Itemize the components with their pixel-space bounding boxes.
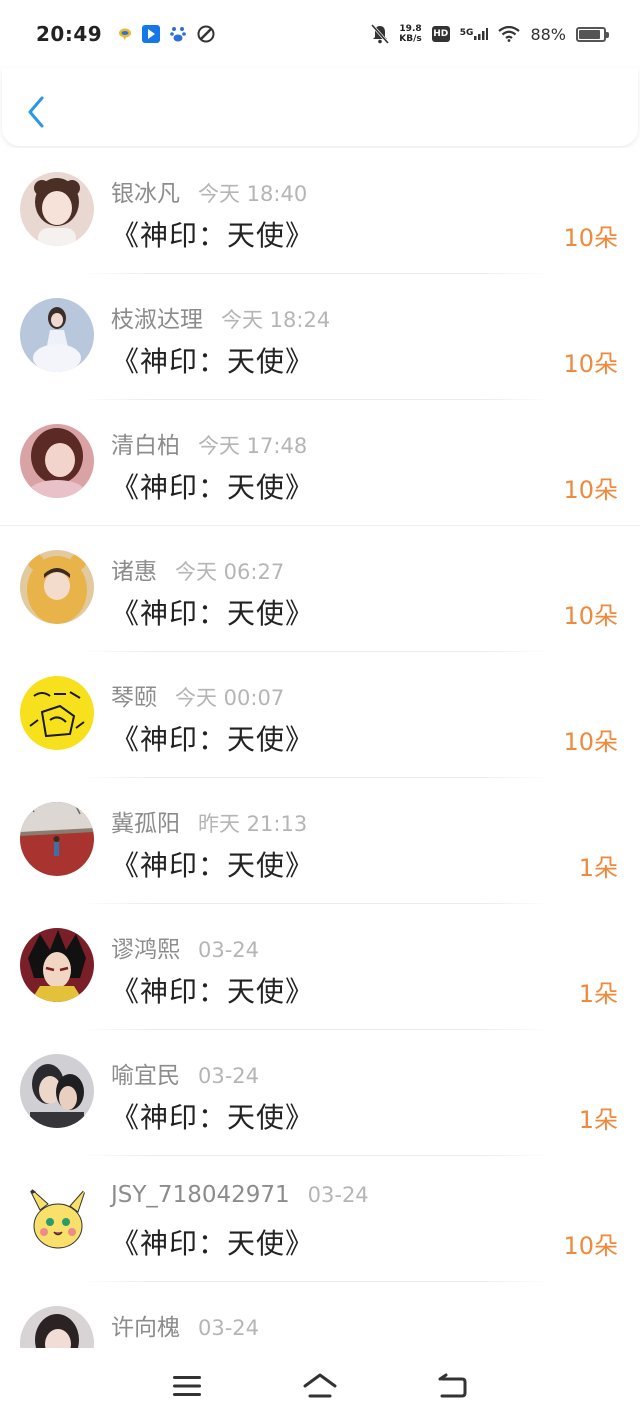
sender-line: 喻宜民 03-24 bbox=[111, 1056, 259, 1090]
status-right: 19.8 KB/s HD 5G 88% bbox=[371, 24, 609, 44]
sender-name[interactable]: JSY_718042971 bbox=[111, 1182, 290, 1208]
gift-count: 10朵 bbox=[563, 350, 618, 378]
sender-name[interactable]: 许向槐 bbox=[111, 1308, 180, 1342]
gift-time: 今天 06:27 bbox=[175, 560, 285, 584]
gift-count: 1朵 bbox=[578, 1106, 618, 1134]
sender-line: 许向槐 03-24 bbox=[111, 1308, 259, 1342]
sender-name[interactable]: 喻宜民 bbox=[111, 1056, 180, 1090]
gift-count: 10朵 bbox=[563, 602, 618, 630]
back-icon bbox=[438, 1373, 467, 1397]
gift-record-list[interactable]: 银冰凡 今天 18:40 《神印：天使》 10朵 枝淑达理 今天 18:24 《… bbox=[0, 148, 640, 1348]
gift-title: 《神印：天使》 bbox=[111, 219, 315, 252]
net-speed-value: 19.8 bbox=[399, 24, 422, 34]
avatar[interactable] bbox=[20, 172, 94, 246]
sender-name[interactable]: 银冰凡 bbox=[111, 174, 180, 208]
system-back-button[interactable] bbox=[431, 1364, 475, 1408]
home-button[interactable] bbox=[298, 1364, 342, 1408]
avatar[interactable] bbox=[20, 550, 94, 624]
list-item[interactable]: 冀孤阳 昨天 21:13 《神印：天使》 1朵 bbox=[0, 778, 640, 904]
gift-title: 《神印：天使》 bbox=[111, 723, 315, 756]
notification-icons bbox=[118, 25, 216, 43]
battery-icon bbox=[576, 26, 609, 42]
sender-line: 枝淑达理 今天 18:24 bbox=[111, 300, 330, 334]
gift-count: 10朵 bbox=[563, 476, 618, 504]
avatar[interactable] bbox=[20, 1054, 94, 1128]
avatar[interactable] bbox=[20, 928, 94, 1002]
chat-bubble-icon bbox=[119, 28, 132, 40]
gift-count: 10朵 bbox=[563, 728, 618, 756]
gift-time: 03-24 bbox=[198, 1064, 260, 1088]
signal-5g: 5G bbox=[460, 28, 489, 40]
sender-line: 诸惠 今天 06:27 bbox=[111, 552, 284, 586]
net-speed: 19.8 KB/s bbox=[399, 24, 421, 44]
menu-icon bbox=[172, 1375, 201, 1396]
list-item[interactable]: 诸惠 今天 06:27 《神印：天使》 10朵 bbox=[0, 526, 640, 652]
avatar[interactable] bbox=[20, 1180, 94, 1254]
gift-time: 03-24 bbox=[198, 1316, 260, 1340]
network-type: 5G bbox=[459, 28, 474, 38]
gift-title: 《神印：天使》 bbox=[111, 849, 315, 882]
list-item[interactable]: 清白柏 今天 17:48 《神印：天使》 10朵 bbox=[0, 400, 640, 526]
sender-name[interactable]: 琴颐 bbox=[111, 678, 157, 712]
gift-count: 10朵 bbox=[563, 224, 618, 252]
sender-line: JSY_718042971 03-24 bbox=[111, 1182, 369, 1208]
list-item[interactable]: 琴颐 今天 00:07 《神印：天使》 10朵 bbox=[0, 652, 640, 778]
list-item[interactable]: 谬鸿熙 03-24 《神印：天使》 1朵 bbox=[0, 904, 640, 1030]
sender-name[interactable]: 冀孤阳 bbox=[111, 804, 180, 838]
status-time: 20:49 bbox=[36, 22, 103, 46]
sender-name[interactable]: 枝淑达理 bbox=[111, 300, 203, 334]
back-button[interactable] bbox=[24, 92, 54, 132]
gift-count: 1朵 bbox=[578, 980, 618, 1008]
gift-count: 10朵 bbox=[563, 1232, 618, 1260]
sender-line: 冀孤阳 昨天 21:13 bbox=[111, 804, 307, 838]
chevron-left-icon bbox=[28, 96, 44, 128]
list-item[interactable]: JSY_718042971 03-24 《神印：天使》 10朵 bbox=[0, 1156, 640, 1282]
sender-name[interactable]: 诸惠 bbox=[111, 552, 157, 586]
gift-time: 今天 18:40 bbox=[198, 182, 308, 206]
gift-time: 昨天 21:13 bbox=[198, 812, 308, 836]
sender-line: 琴颐 今天 00:07 bbox=[111, 678, 284, 712]
avatar[interactable] bbox=[20, 298, 94, 372]
list-item[interactable]: 许向槐 03-24 bbox=[0, 1282, 640, 1348]
avatar[interactable] bbox=[20, 676, 94, 750]
signal-bars-icon bbox=[474, 28, 489, 40]
battery-percent: 88% bbox=[530, 24, 566, 44]
battery-fill bbox=[579, 29, 601, 39]
sender-line: 谬鸿熙 03-24 bbox=[111, 930, 259, 964]
gift-time: 今天 17:48 bbox=[198, 434, 308, 458]
wifi-icon bbox=[498, 26, 521, 42]
avatar[interactable] bbox=[20, 1306, 94, 1348]
link-icon bbox=[197, 25, 215, 43]
status-bar: 20:49 19.8 KB/s HD 5G 88% bbox=[0, 0, 640, 68]
gift-time: 今天 00:07 bbox=[175, 686, 285, 710]
gift-title: 《神印：天使》 bbox=[111, 597, 315, 630]
sender-name[interactable]: 清白柏 bbox=[111, 426, 180, 460]
gift-title: 《神印：天使》 bbox=[111, 471, 315, 504]
hd-badge: HD bbox=[431, 26, 450, 42]
list-item[interactable]: 喻宜民 03-24 《神印：天使》 1朵 bbox=[0, 1030, 640, 1156]
gift-title: 《神印：天使》 bbox=[111, 975, 315, 1008]
list-item[interactable]: 银冰凡 今天 18:40 《神印：天使》 10朵 bbox=[0, 148, 640, 274]
list-item[interactable]: 枝淑达理 今天 18:24 《神印：天使》 10朵 bbox=[0, 274, 640, 400]
avatar[interactable] bbox=[20, 802, 94, 876]
home-icon bbox=[303, 1373, 337, 1397]
gift-count: 1朵 bbox=[578, 854, 618, 882]
gift-time: 03-24 bbox=[198, 938, 260, 962]
gift-time: 03-24 bbox=[307, 1183, 369, 1207]
gift-title: 《神印：天使》 bbox=[111, 345, 315, 378]
gift-time: 今天 18:24 bbox=[221, 308, 331, 332]
nav-header bbox=[2, 68, 638, 146]
sender-line: 清白柏 今天 17:48 bbox=[111, 426, 307, 460]
menu-button[interactable] bbox=[165, 1364, 209, 1408]
net-speed-unit: KB/s bbox=[399, 34, 422, 44]
avatar[interactable] bbox=[20, 424, 94, 498]
gift-title: 《神印：天使》 bbox=[111, 1101, 315, 1134]
mute-bell-icon bbox=[371, 24, 390, 44]
baidu-paw-icon bbox=[170, 27, 186, 42]
sender-name[interactable]: 谬鸿熙 bbox=[111, 930, 180, 964]
system-nav-bar bbox=[0, 1348, 640, 1423]
app-arrow-icon bbox=[142, 25, 161, 43]
sender-line: 银冰凡 今天 18:40 bbox=[111, 174, 307, 208]
gift-title: 《神印：天使》 bbox=[111, 1227, 315, 1260]
